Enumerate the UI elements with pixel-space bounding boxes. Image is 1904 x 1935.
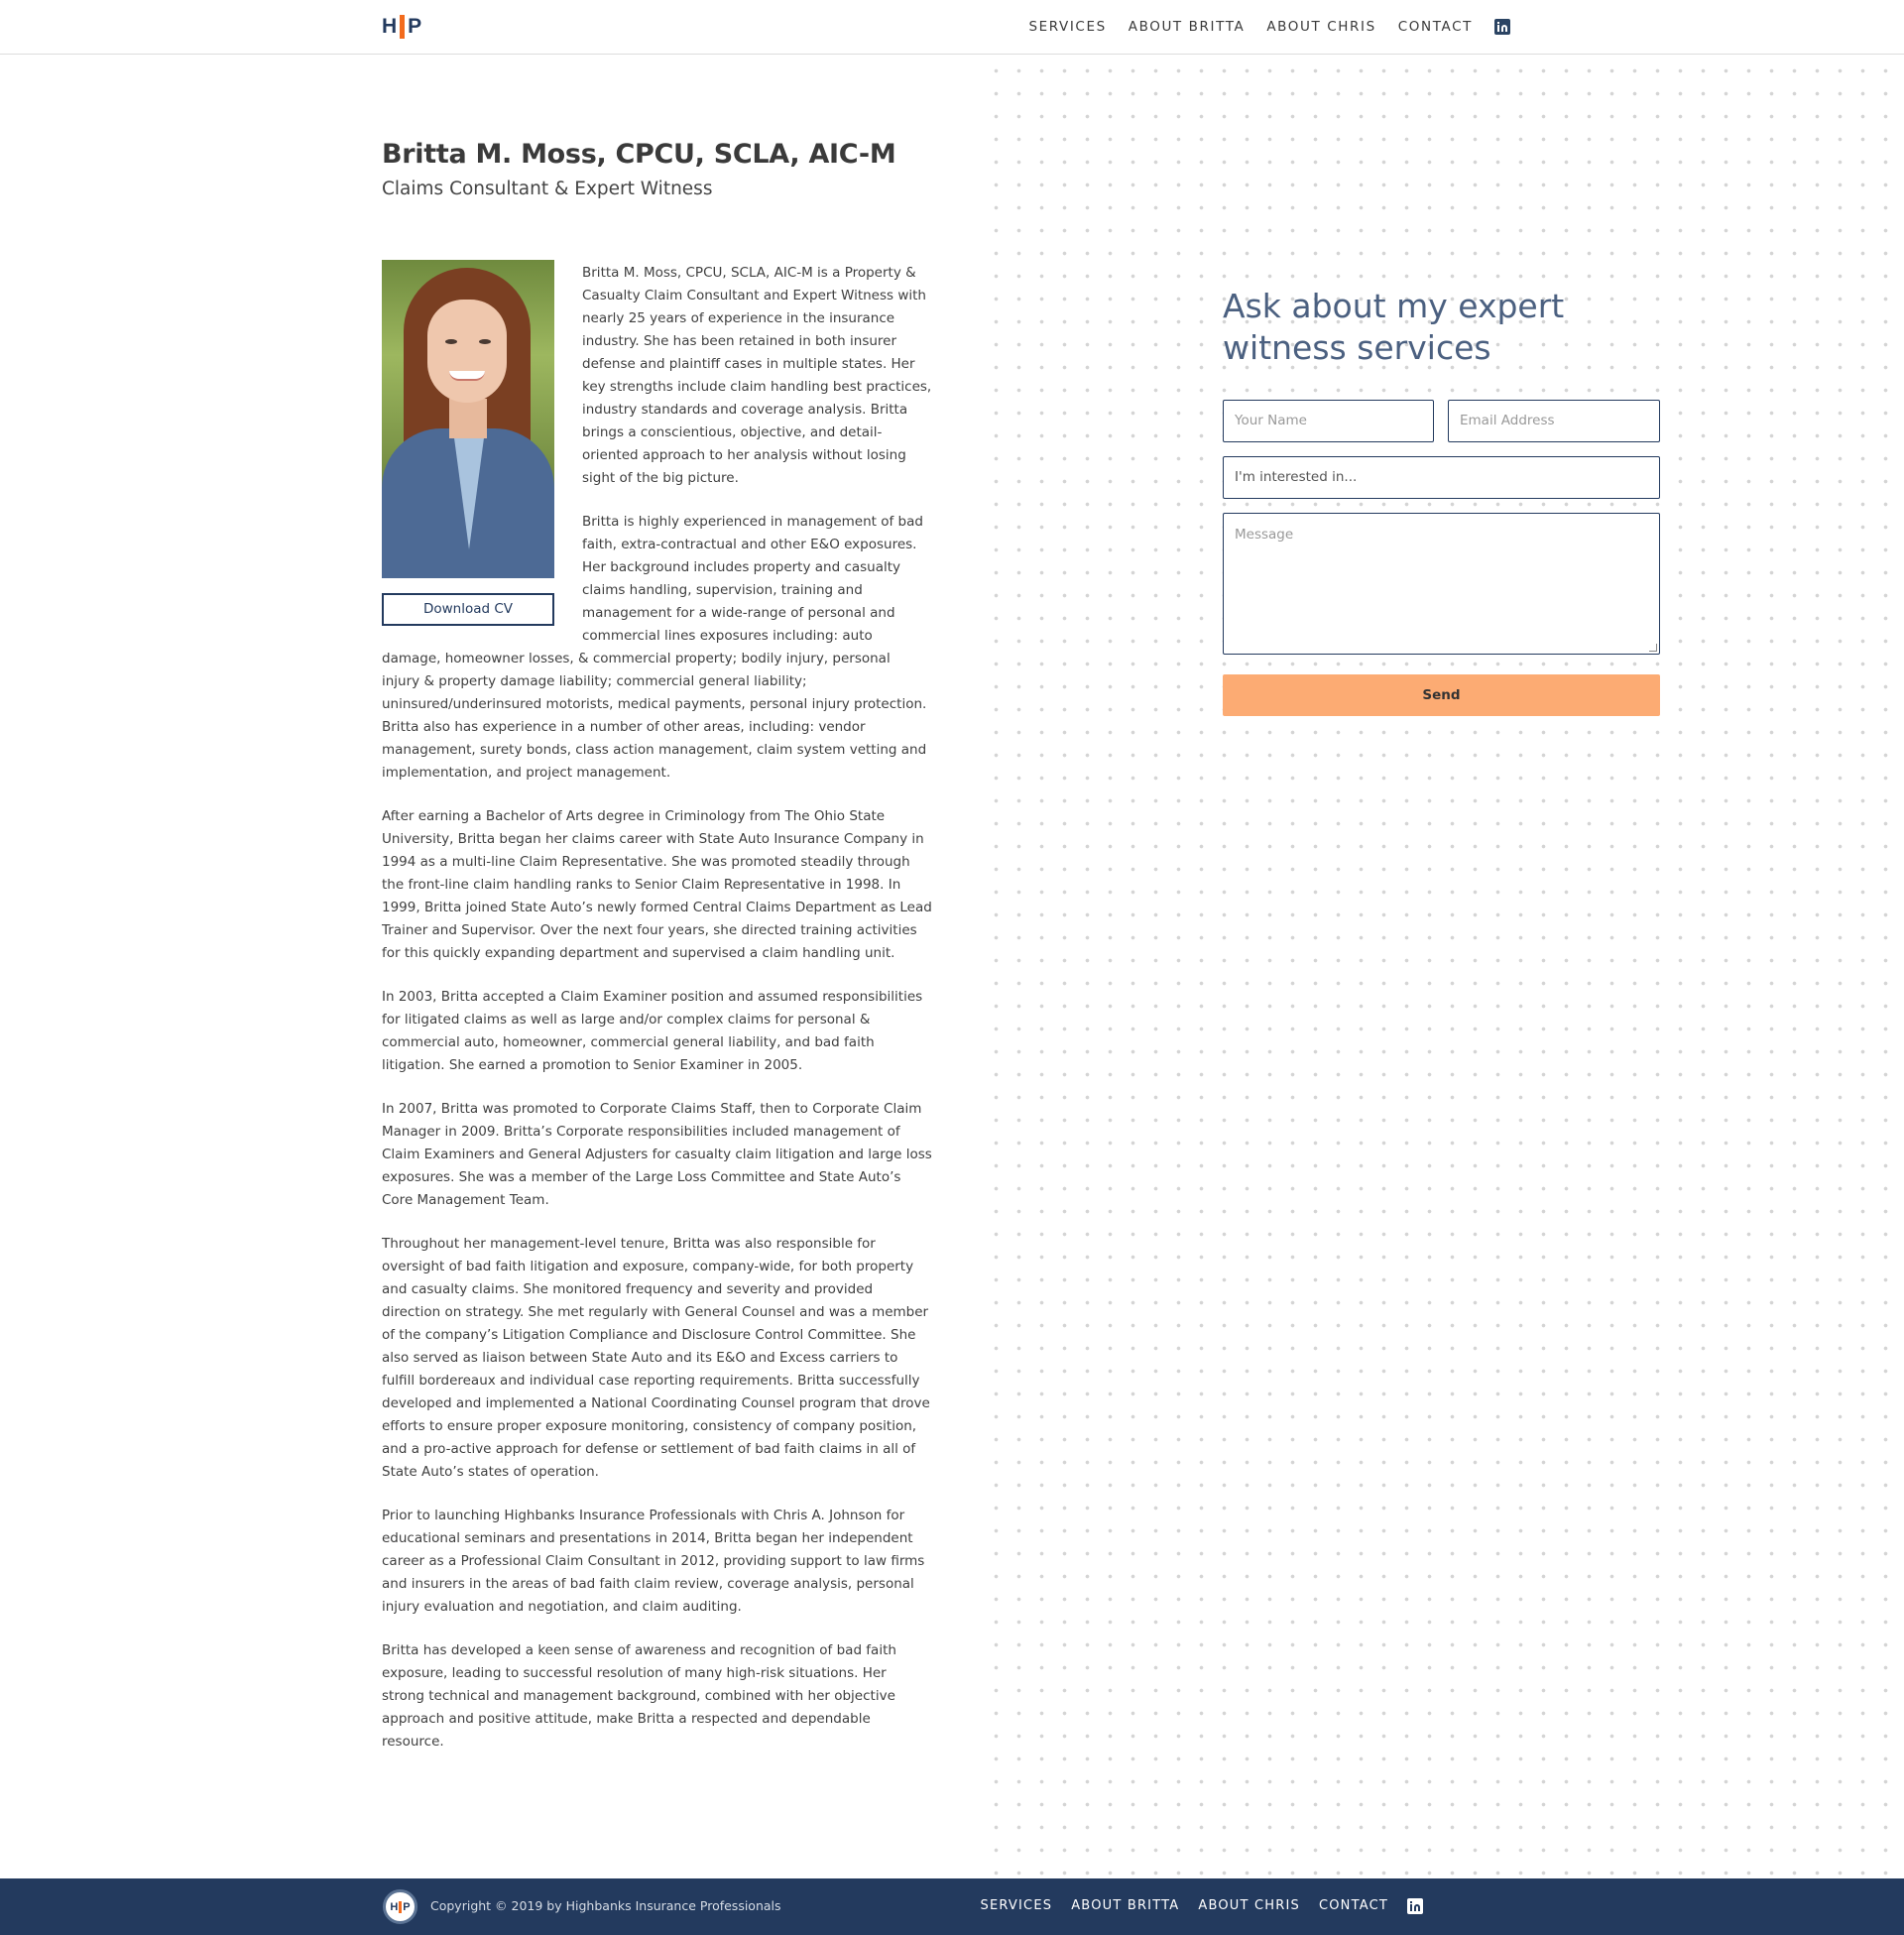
bio-paragraph: Britta has developed a keen sense of awa… xyxy=(382,1642,896,1750)
profile-photo xyxy=(382,260,554,578)
message-textarea[interactable]: Message xyxy=(1223,513,1660,655)
footer-nav-services[interactable]: SERVICES xyxy=(981,1896,1053,1916)
bio-paragraph: In 2007, Britta was promoted to Corporat… xyxy=(382,1101,932,1208)
footer-linkedin-icon[interactable] xyxy=(1407,1898,1423,1914)
send-button[interactable]: Send xyxy=(1223,674,1660,716)
footer-logo-letter-h: H xyxy=(390,1900,399,1913)
footer-nav-contact[interactable]: CONTACT xyxy=(1319,1896,1388,1916)
nav-about-chris[interactable]: ABOUT CHRIS xyxy=(1266,16,1375,38)
logo-letter-h: H xyxy=(382,15,398,38)
site-logo[interactable]: H P xyxy=(382,15,422,39)
bio-paragraph: Prior to launching Highbanks Insurance P… xyxy=(382,1508,925,1615)
nav-contact[interactable]: CONTACT xyxy=(1398,16,1473,38)
copyright-text: Copyright © 2019 by Highbanks Insurance … xyxy=(430,1898,781,1913)
site-header: H P SERVICES ABOUT BRITTA ABOUT CHRIS CO… xyxy=(0,0,1904,55)
page-title: Britta M. Moss, CPCU, SCLA, AIC-M xyxy=(382,139,896,170)
logo-letter-p: P xyxy=(408,15,422,38)
footer-logo[interactable]: H P xyxy=(383,1889,417,1924)
bio-paragraph: After earning a Bachelor of Arts degree … xyxy=(382,808,932,961)
footer-nav: SERVICES ABOUT BRITTA ABOUT CHRIS CONTAC… xyxy=(981,1896,1423,1916)
email-input[interactable]: Email Address xyxy=(1448,400,1660,442)
name-input[interactable]: Your Name xyxy=(1223,400,1434,442)
footer-logo-letter-p: P xyxy=(403,1900,411,1913)
linkedin-icon[interactable] xyxy=(1494,19,1510,35)
main-nav: SERVICES ABOUT BRITTA ABOUT CHRIS CONTAC… xyxy=(1028,16,1510,38)
form-title: Ask about my expert witness services xyxy=(1223,287,1565,367)
page-subtitle: Claims Consultant & Expert Witness xyxy=(382,179,713,199)
download-cv-button[interactable]: Download CV xyxy=(382,593,554,626)
site-footer: H P Copyright © 2019 by Highbanks Insura… xyxy=(0,1878,1904,1935)
footer-nav-about-chris[interactable]: ABOUT CHRIS xyxy=(1198,1896,1300,1916)
resize-handle-icon[interactable] xyxy=(1649,644,1657,652)
nav-services[interactable]: SERVICES xyxy=(1028,16,1106,38)
bio-paragraph: In 2003, Britta accepted a Claim Examine… xyxy=(382,989,923,1073)
message-placeholder: Message xyxy=(1235,527,1294,543)
footer-nav-about-britta[interactable]: ABOUT BRITTA xyxy=(1071,1896,1179,1916)
interest-select[interactable]: I'm interested in... xyxy=(1223,456,1660,499)
bio-paragraph: Throughout her management-level tenure, … xyxy=(382,1236,930,1480)
footer-logo-bar xyxy=(399,1900,403,1913)
logo-bar xyxy=(400,15,406,39)
nav-about-britta[interactable]: ABOUT BRITTA xyxy=(1129,16,1246,38)
